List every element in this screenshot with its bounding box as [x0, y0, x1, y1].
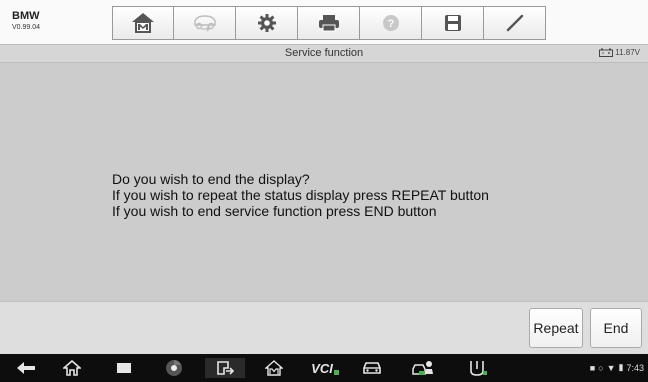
- scanner-icon: [470, 361, 487, 376]
- vehicle-button[interactable]: [360, 358, 384, 378]
- scanner-button[interactable]: [466, 358, 490, 378]
- save-icon: [444, 15, 461, 31]
- maxisys-home-icon: [265, 360, 283, 376]
- print-button[interactable]: [298, 6, 360, 40]
- toolbar-buttons: ?: [112, 6, 546, 40]
- battery-status-icon: ▮: [618, 362, 624, 372]
- vci-status-icon: [333, 369, 339, 375]
- switch-app-icon: [217, 361, 234, 375]
- message-area: Do you wish to end the display? If you w…: [0, 63, 648, 301]
- home-icon: [132, 13, 154, 33]
- recent-apps-button[interactable]: [112, 358, 136, 378]
- app-version: V0.99.04: [12, 24, 41, 31]
- system-nav-bar: VCI ■ ○ ▼ ▮ 7:43: [0, 354, 648, 382]
- title-bar: Service function 11.87V: [0, 44, 648, 63]
- home-nav-button[interactable]: [60, 358, 84, 378]
- draw-button[interactable]: [484, 6, 546, 40]
- sync-icon: ○: [598, 362, 604, 373]
- car-service-icon: [412, 361, 433, 375]
- vehicle-swap-icon: [193, 15, 216, 32]
- status-area: ■ ○ ▼ ▮ 7:43: [590, 362, 644, 373]
- message-line: If you wish to repeat the status display…: [112, 187, 489, 203]
- app-info: BMW V0.99.04: [12, 10, 41, 32]
- home-button[interactable]: [112, 6, 174, 40]
- page-title: Service function: [284, 47, 364, 59]
- help-icon: ?: [382, 15, 399, 31]
- top-toolbar: BMW V0.99.04 ?: [0, 0, 648, 44]
- recent-apps-icon: [117, 363, 131, 373]
- message-line: Do you wish to end the display?: [112, 171, 310, 187]
- switch-app-button[interactable]: [205, 358, 245, 378]
- car-service-button[interactable]: [410, 358, 436, 378]
- vehicle-swap-button[interactable]: [174, 6, 236, 40]
- help-button[interactable]: ?: [360, 6, 422, 40]
- car-icon: [363, 362, 381, 374]
- notification-icon: ■: [589, 362, 596, 373]
- clock: 7:43: [626, 362, 644, 373]
- maxisys-home-button[interactable]: [262, 358, 286, 378]
- vci-button[interactable]: VCI: [307, 358, 343, 378]
- print-icon: [318, 15, 339, 32]
- settings-button[interactable]: [236, 6, 298, 40]
- wifi-icon: ▼: [606, 362, 616, 373]
- pen-icon: [506, 14, 523, 32]
- browser-button[interactable]: [162, 358, 186, 378]
- svg-text:?: ?: [387, 18, 394, 30]
- voltage-text: 11.87V: [615, 48, 640, 57]
- save-button[interactable]: [422, 6, 484, 40]
- app-name: BMW: [12, 10, 40, 22]
- end-button[interactable]: End: [590, 308, 642, 348]
- settings-icon: [257, 14, 276, 32]
- back-button[interactable]: [14, 358, 38, 378]
- home-icon: [63, 360, 81, 376]
- back-icon: [17, 362, 35, 374]
- message-line: If you wish to end service function pres…: [112, 203, 437, 219]
- action-bar: Repeat End: [0, 301, 648, 354]
- repeat-button[interactable]: Repeat: [529, 308, 583, 348]
- browser-icon: [166, 360, 182, 376]
- message-text: Do you wish to end the display? If you w…: [112, 171, 489, 219]
- battery-icon: [599, 48, 614, 57]
- battery-voltage: 11.87V: [599, 48, 640, 57]
- vci-label: VCI: [311, 360, 333, 376]
